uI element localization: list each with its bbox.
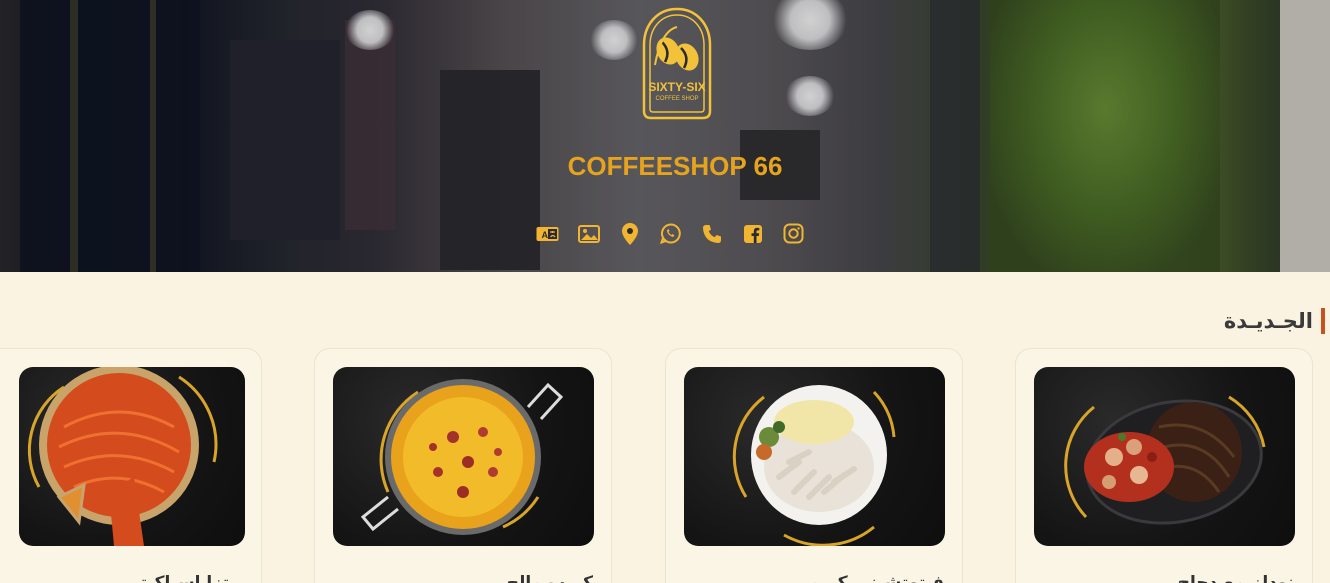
shop-name: COFFEESHOP 66 bbox=[567, 151, 783, 181]
section-title: الجـديـدة bbox=[1223, 309, 1313, 333]
menu-item-card[interactable]: فيتوتشيني كريمي bbox=[665, 348, 963, 583]
svg-text:A: A bbox=[542, 230, 549, 240]
gallery-icon[interactable] bbox=[577, 222, 600, 245]
menu-item-name: نودلز مع دجاج bbox=[1177, 573, 1294, 583]
menu-item-name: كريب مالح bbox=[506, 573, 593, 583]
section-header: الجـديـدة bbox=[1224, 308, 1325, 334]
menu-item-name: بيتزا اسباكيتي bbox=[123, 573, 243, 583]
logo-subtext: COFFEE SHOP bbox=[655, 96, 698, 102]
facebook-icon[interactable] bbox=[741, 222, 764, 245]
menu-item-name: فيتوتشيني كريمي bbox=[792, 573, 944, 583]
brand-logo: SIXTY-SIX COFFEE SHOP bbox=[642, 7, 712, 120]
hero-banner: SIXTY-SIX COFFEE SHOP COFFEESHOP 66 A bbox=[0, 0, 1330, 272]
menu-item-card[interactable]: بيتزا اسباكيتي bbox=[0, 348, 262, 583]
language-icon[interactable]: A bbox=[536, 222, 559, 245]
logo-text: SIXTY-SIX bbox=[648, 80, 705, 94]
whatsapp-icon[interactable] bbox=[659, 222, 682, 245]
menu-item-card[interactable]: نودلز مع دجاج bbox=[1015, 348, 1313, 583]
instagram-icon[interactable] bbox=[782, 222, 805, 245]
dish-image bbox=[19, 367, 245, 546]
phone-icon[interactable] bbox=[700, 222, 723, 245]
hero-action-icons: A bbox=[536, 222, 805, 245]
dish-image bbox=[333, 367, 594, 546]
menu-item-card[interactable]: كريب مالح bbox=[314, 348, 612, 583]
section-title-accent bbox=[1321, 308, 1325, 334]
dish-image bbox=[1034, 367, 1295, 546]
dish-image bbox=[684, 367, 945, 546]
location-icon[interactable] bbox=[618, 222, 641, 245]
